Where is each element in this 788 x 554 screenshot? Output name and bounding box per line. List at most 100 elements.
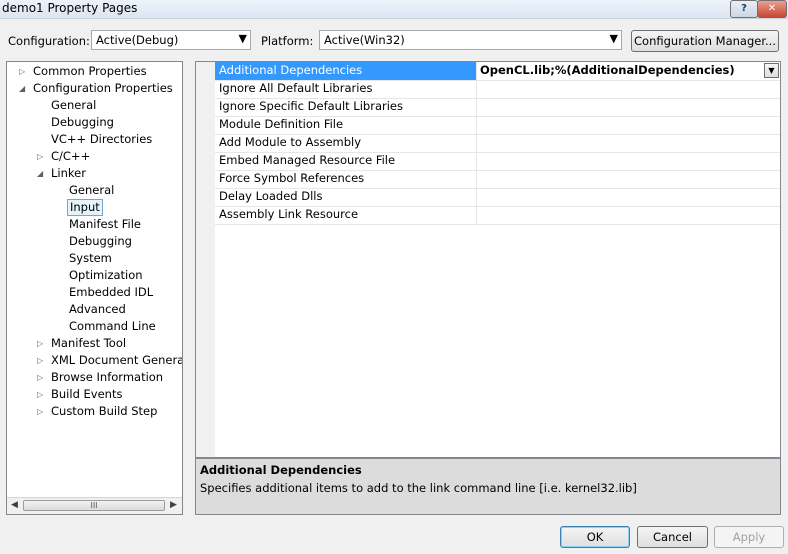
property-name: Delay Loaded Dlls bbox=[219, 189, 323, 203]
tree-item[interactable]: VC++ Directories bbox=[7, 131, 182, 148]
tree-item[interactable]: ◢ Linker bbox=[7, 165, 182, 182]
property-name: Ignore Specific Default Libraries bbox=[219, 99, 403, 113]
column-divider bbox=[476, 80, 477, 98]
property-row[interactable]: Module Definition File bbox=[215, 116, 780, 135]
property-row[interactable]: Force Symbol References bbox=[215, 170, 780, 189]
tree-item-label: General bbox=[69, 183, 115, 197]
property-name: Ignore All Default Libraries bbox=[219, 81, 373, 95]
tree-item-label: Build Events bbox=[51, 387, 123, 401]
property-row[interactable]: Ignore Specific Default Libraries bbox=[215, 98, 780, 117]
expand-arrow-icon[interactable]: ▷ bbox=[37, 403, 43, 420]
cancel-button[interactable]: Cancel bbox=[637, 526, 708, 548]
column-divider bbox=[476, 134, 477, 152]
tree-item-label: Optimization bbox=[69, 268, 143, 282]
title-bar: demo1 Property Pages ? ✕ bbox=[0, 0, 788, 19]
property-name: Force Symbol References bbox=[219, 171, 365, 185]
property-row[interactable]: Delay Loaded Dlls bbox=[215, 188, 780, 207]
tree-item[interactable]: ▷ C/C++ bbox=[7, 148, 182, 165]
expand-arrow-icon[interactable]: ▷ bbox=[19, 63, 25, 80]
tree-item-label: XML Document Generator bbox=[51, 353, 182, 367]
dropdown-arrow-icon[interactable]: ▼ bbox=[764, 63, 779, 78]
tree-item-label: VC++ Directories bbox=[51, 132, 153, 146]
tree-item[interactable]: Debugging bbox=[7, 233, 182, 250]
tree-item-label: Debugging bbox=[51, 115, 114, 129]
tree-item[interactable]: ▷ Manifest Tool bbox=[7, 335, 182, 352]
collapse-arrow-icon[interactable]: ◢ bbox=[19, 80, 25, 97]
configuration-value: Active(Debug) bbox=[96, 33, 179, 47]
window-title: demo1 Property Pages bbox=[2, 1, 138, 15]
tree-item[interactable]: Embedded IDL bbox=[7, 284, 182, 301]
configuration-label: Configuration: bbox=[8, 34, 90, 48]
description-text: Specifies additional items to add to the… bbox=[200, 481, 637, 495]
column-divider bbox=[476, 170, 477, 188]
configuration-manager-button[interactable]: Configuration Manager... bbox=[631, 30, 779, 52]
expand-arrow-icon[interactable]: ▷ bbox=[37, 335, 43, 352]
property-value[interactable]: OpenCL.lib;%(AdditionalDependencies) bbox=[480, 63, 735, 77]
property-name: Module Definition File bbox=[219, 117, 344, 131]
tree-item-label: Command Line bbox=[69, 319, 156, 333]
tree-item-label: Configuration Properties bbox=[33, 81, 173, 95]
expand-arrow-icon[interactable]: ▷ bbox=[37, 386, 43, 403]
configuration-select[interactable]: Active(Debug) ▼ bbox=[91, 30, 251, 50]
property-row[interactable]: Add Module to Assembly bbox=[215, 134, 780, 153]
description-panel: Additional Dependencies Specifies additi… bbox=[195, 458, 781, 515]
tree-item[interactable]: ▷ XML Document Generator bbox=[7, 352, 182, 369]
apply-button[interactable]: Apply bbox=[714, 526, 784, 548]
scroll-thumb[interactable]: III bbox=[23, 500, 165, 511]
tree-item[interactable]: Input bbox=[7, 199, 182, 216]
tree-item[interactable]: Advanced bbox=[7, 301, 182, 318]
expand-arrow-icon[interactable]: ▷ bbox=[37, 352, 43, 369]
platform-value: Active(Win32) bbox=[324, 33, 405, 47]
help-button[interactable]: ? bbox=[730, 0, 758, 18]
tree-item[interactable]: ▷ Common Properties bbox=[7, 63, 182, 80]
column-divider bbox=[476, 62, 477, 80]
property-row[interactable]: Embed Managed Resource File bbox=[215, 152, 780, 171]
tree-item-label: C/C++ bbox=[51, 149, 91, 163]
chevron-down-icon: ▼ bbox=[609, 32, 618, 45]
scroll-right-icon[interactable]: ▶ bbox=[170, 500, 177, 510]
tree-item-label: Common Properties bbox=[33, 64, 147, 78]
tree-item[interactable]: Manifest File bbox=[7, 216, 182, 233]
tree-item-label: Debugging bbox=[69, 234, 132, 248]
column-divider bbox=[476, 206, 477, 224]
tree-item[interactable]: ▷ Browse Information bbox=[7, 369, 182, 386]
property-name: Assembly Link Resource bbox=[219, 207, 359, 221]
tree-item[interactable]: ▷ Build Events bbox=[7, 386, 182, 403]
expand-arrow-icon[interactable]: ▷ bbox=[37, 148, 43, 165]
property-tree[interactable]: ▷ Common Properties ◢ Configuration Propert… bbox=[6, 61, 183, 515]
tree-item-label: System bbox=[69, 251, 112, 265]
tree-item-label: Embedded IDL bbox=[69, 285, 154, 299]
tree-item-label: General bbox=[51, 98, 97, 112]
property-name: Add Module to Assembly bbox=[219, 135, 362, 149]
column-divider bbox=[476, 188, 477, 206]
property-name: Additional Dependencies bbox=[219, 63, 363, 77]
column-divider bbox=[476, 116, 477, 134]
scroll-left-icon[interactable]: ◀ bbox=[11, 500, 18, 510]
tree-item-label: Input bbox=[67, 199, 103, 216]
property-grid[interactable]: Additional Dependencies OpenCL.lib;%(Addi… bbox=[195, 61, 781, 458]
platform-label: Platform: bbox=[261, 34, 314, 48]
tree-item-label: Manifest File bbox=[69, 217, 141, 231]
property-row[interactable]: Additional Dependencies OpenCL.lib;%(Addi… bbox=[215, 62, 780, 81]
column-divider bbox=[476, 98, 477, 116]
platform-select[interactable]: Active(Win32) ▼ bbox=[319, 30, 622, 50]
tree-item[interactable]: ▷ Custom Build Step bbox=[7, 403, 182, 420]
tree-item-label: Manifest Tool bbox=[51, 336, 127, 350]
tree-item-label: Browse Information bbox=[51, 370, 164, 384]
tree-item[interactable]: Command Line bbox=[7, 318, 182, 335]
property-row[interactable]: Ignore All Default Libraries bbox=[215, 80, 780, 99]
collapse-arrow-icon[interactable]: ◢ bbox=[37, 165, 43, 182]
tree-item[interactable]: General bbox=[7, 182, 182, 199]
tree-horizontal-scrollbar[interactable]: ◀ III ▶ bbox=[7, 497, 182, 514]
tree-item[interactable]: Optimization bbox=[7, 267, 182, 284]
tree-item-label: Advanced bbox=[69, 302, 126, 316]
tree-item[interactable]: General bbox=[7, 97, 182, 114]
tree-item[interactable]: System bbox=[7, 250, 182, 267]
expand-arrow-icon[interactable]: ▷ bbox=[37, 369, 43, 386]
property-row[interactable]: Assembly Link Resource bbox=[215, 206, 780, 225]
tree-item[interactable]: ◢ Configuration Properties bbox=[7, 80, 182, 97]
ok-button[interactable]: OK bbox=[560, 526, 630, 548]
close-button[interactable]: ✕ bbox=[757, 0, 787, 18]
tree-item[interactable]: Debugging bbox=[7, 114, 182, 131]
column-divider bbox=[476, 152, 477, 170]
